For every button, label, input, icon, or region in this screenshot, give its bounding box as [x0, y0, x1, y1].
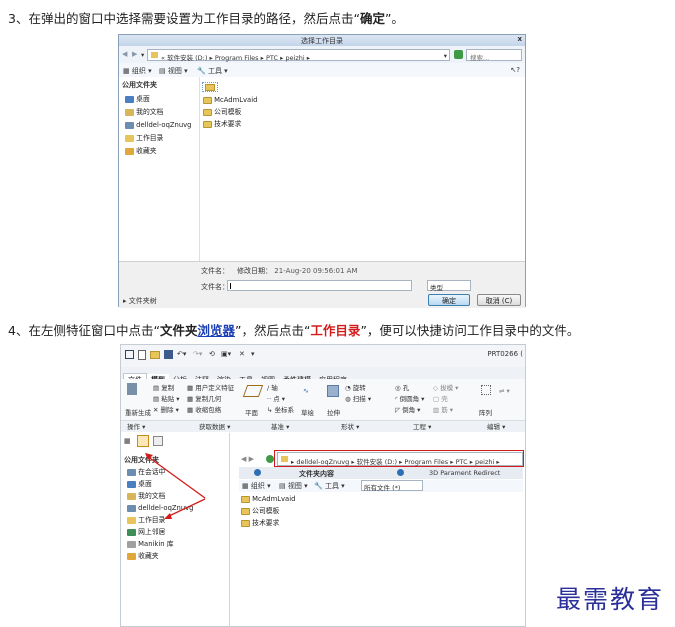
- sidebar-item-documents[interactable]: 我的文档: [125, 106, 192, 118]
- ok-button[interactable]: 确定: [428, 294, 470, 306]
- step-4-text: 4、在左侧特征窗口中点击“: [8, 323, 160, 338]
- step-3-bold: 确定: [359, 11, 385, 26]
- browser-link[interactable]: 浏览器: [197, 323, 235, 338]
- filename-label: 文件名：: [201, 283, 229, 291]
- desktop-icon: [125, 95, 134, 103]
- step-4-instruction: 4、在左侧特征窗口中点击“文件夹浏览器”，然后点击“工作目录”，便可以快捷访问工…: [8, 320, 579, 339]
- back-icon[interactable]: ◀: [122, 50, 127, 58]
- view-menu[interactable]: ▤ 视图 ▾: [159, 66, 188, 76]
- crumb: «: [161, 54, 165, 62]
- documents-icon: [125, 108, 134, 116]
- sidebar-item-working-dir[interactable]: 工作目录: [125, 132, 192, 144]
- computer-icon: [125, 121, 134, 129]
- dialog-sidebar: 公用文件夹 桌面 我的文档 delldel-oqZnuvg 工作目录 收藏夹: [119, 77, 200, 287]
- sidebar-header: 公用文件夹: [122, 81, 157, 89]
- arrow-to-working-dir: [166, 498, 206, 518]
- dropdown-icon[interactable]: ▾: [444, 52, 447, 60]
- list-item[interactable]: McAdmLvaid: [203, 94, 257, 106]
- step-3-suffix: ”。: [384, 11, 404, 26]
- cancel-button[interactable]: 取消 (C): [477, 294, 521, 306]
- watermark-logo: 最需教育: [556, 585, 665, 614]
- dialog-address-row: ◀ ▶ ▾ « 软件安装 (D:) ▸ Program Files ▸ PTC …: [119, 46, 525, 63]
- sidebar-list: 桌面 我的文档 delldel-oqZnuvg 工作目录 收藏夹: [125, 93, 192, 157]
- arrowhead-icon: [164, 513, 172, 519]
- step-4-red: 工作目录: [310, 323, 361, 338]
- history-icon[interactable]: ▾: [141, 51, 144, 59]
- folder-icon: [205, 84, 215, 91]
- dialog-footer: 文件名： 修改日期： 21-Aug-20 09:56:01 AM 文件名： 类型…: [119, 261, 525, 308]
- list-item[interactable]: 技术要求: [203, 118, 257, 130]
- favorites-icon: [125, 147, 134, 155]
- step-4-suffix: ”，便可以快捷访问工作目录中的文件。: [360, 323, 580, 338]
- dialog-titlebar: 选择工作目录 x: [119, 35, 525, 46]
- step-4-mid: ”，然后点击“: [234, 323, 311, 338]
- sidebar-item-computer[interactable]: delldel-oqZnuvg: [125, 119, 192, 131]
- dialog-address-bar[interactable]: « 软件安装 (D:) ▸ Program Files ▸ PTC ▸ peiz…: [147, 49, 450, 62]
- type-select[interactable]: 类型: [427, 280, 471, 292]
- folder-icon: [203, 120, 212, 128]
- list-item[interactable]: 公司模板: [203, 106, 257, 118]
- folder-icon: [203, 96, 212, 104]
- step-3-instruction: 3、在弹出的窗口中选择需要设置为工作目录的路径，然后点击“确定”。: [8, 8, 404, 27]
- dialog-breadcrumb: « 软件安装 (D:) ▸ Program Files ▸ PTC ▸ peiz…: [161, 54, 311, 62]
- folder-icon: [125, 134, 134, 142]
- help-icon[interactable]: ↖?: [510, 66, 520, 74]
- dialog-toolbar: ▦ 组织 ▾ ▤ 视图 ▾ 🔧 工具 ▾ ↖?: [119, 63, 525, 78]
- dialog-close-button[interactable]: x: [517, 35, 522, 43]
- folder-tree-toggle[interactable]: ▸ 文件夹树: [123, 296, 157, 306]
- name-label: 文件名：: [201, 267, 229, 275]
- tools-menu[interactable]: 🔧 工具 ▾: [197, 66, 228, 76]
- refresh-icon[interactable]: [454, 50, 463, 59]
- sidebar-item-desktop[interactable]: 桌面: [125, 93, 192, 105]
- file-row-parent[interactable]: [202, 82, 218, 92]
- crumb[interactable]: Program Files: [215, 54, 259, 62]
- sidebar-item-favorites[interactable]: 收藏夹: [125, 145, 192, 157]
- organize-menu[interactable]: ▦ 组织 ▾: [123, 66, 152, 76]
- crumb[interactable]: peizhi: [285, 54, 304, 62]
- arrow-to-folder-tab: [146, 455, 206, 499]
- filename-input[interactable]: [227, 280, 412, 291]
- crumb[interactable]: PTC: [266, 54, 278, 62]
- date-label: 修改日期： 21-Aug-20 09:56:01 AM: [237, 267, 358, 275]
- dialog-search-input[interactable]: 搜索...: [466, 49, 522, 62]
- folder-icon: [203, 108, 212, 116]
- text-cursor: [230, 283, 231, 289]
- choose-dir-dialog: 选择工作目录 x ◀ ▶ ▾ « 软件安装 (D:) ▸ Program Fil…: [118, 34, 526, 308]
- folder-list: McAdmLvaid 公司模板 技术要求: [203, 94, 257, 130]
- dialog-file-list: McAdmLvaid 公司模板 技术要求: [200, 77, 525, 287]
- crumb[interactable]: 软件安装 (D:): [167, 54, 207, 62]
- step-3-text: 3、在弹出的窗口中选择需要设置为工作目录的路径，然后点击“: [8, 11, 360, 26]
- folder-icon: [151, 52, 158, 58]
- annotation-arrows: [145, 453, 206, 519]
- dialog-title: 选择工作目录: [301, 37, 343, 45]
- forward-icon[interactable]: ▶: [132, 50, 137, 58]
- creo-window: ↶▾ ↷▾ ⟲ ▣▾ ✕ ▾ PRT0266 ( 文件模型分析注释渲染工具视图柔…: [120, 344, 526, 627]
- search-placeholder: 搜索...: [470, 54, 490, 62]
- step-4-bold: 文件夹: [159, 323, 198, 338]
